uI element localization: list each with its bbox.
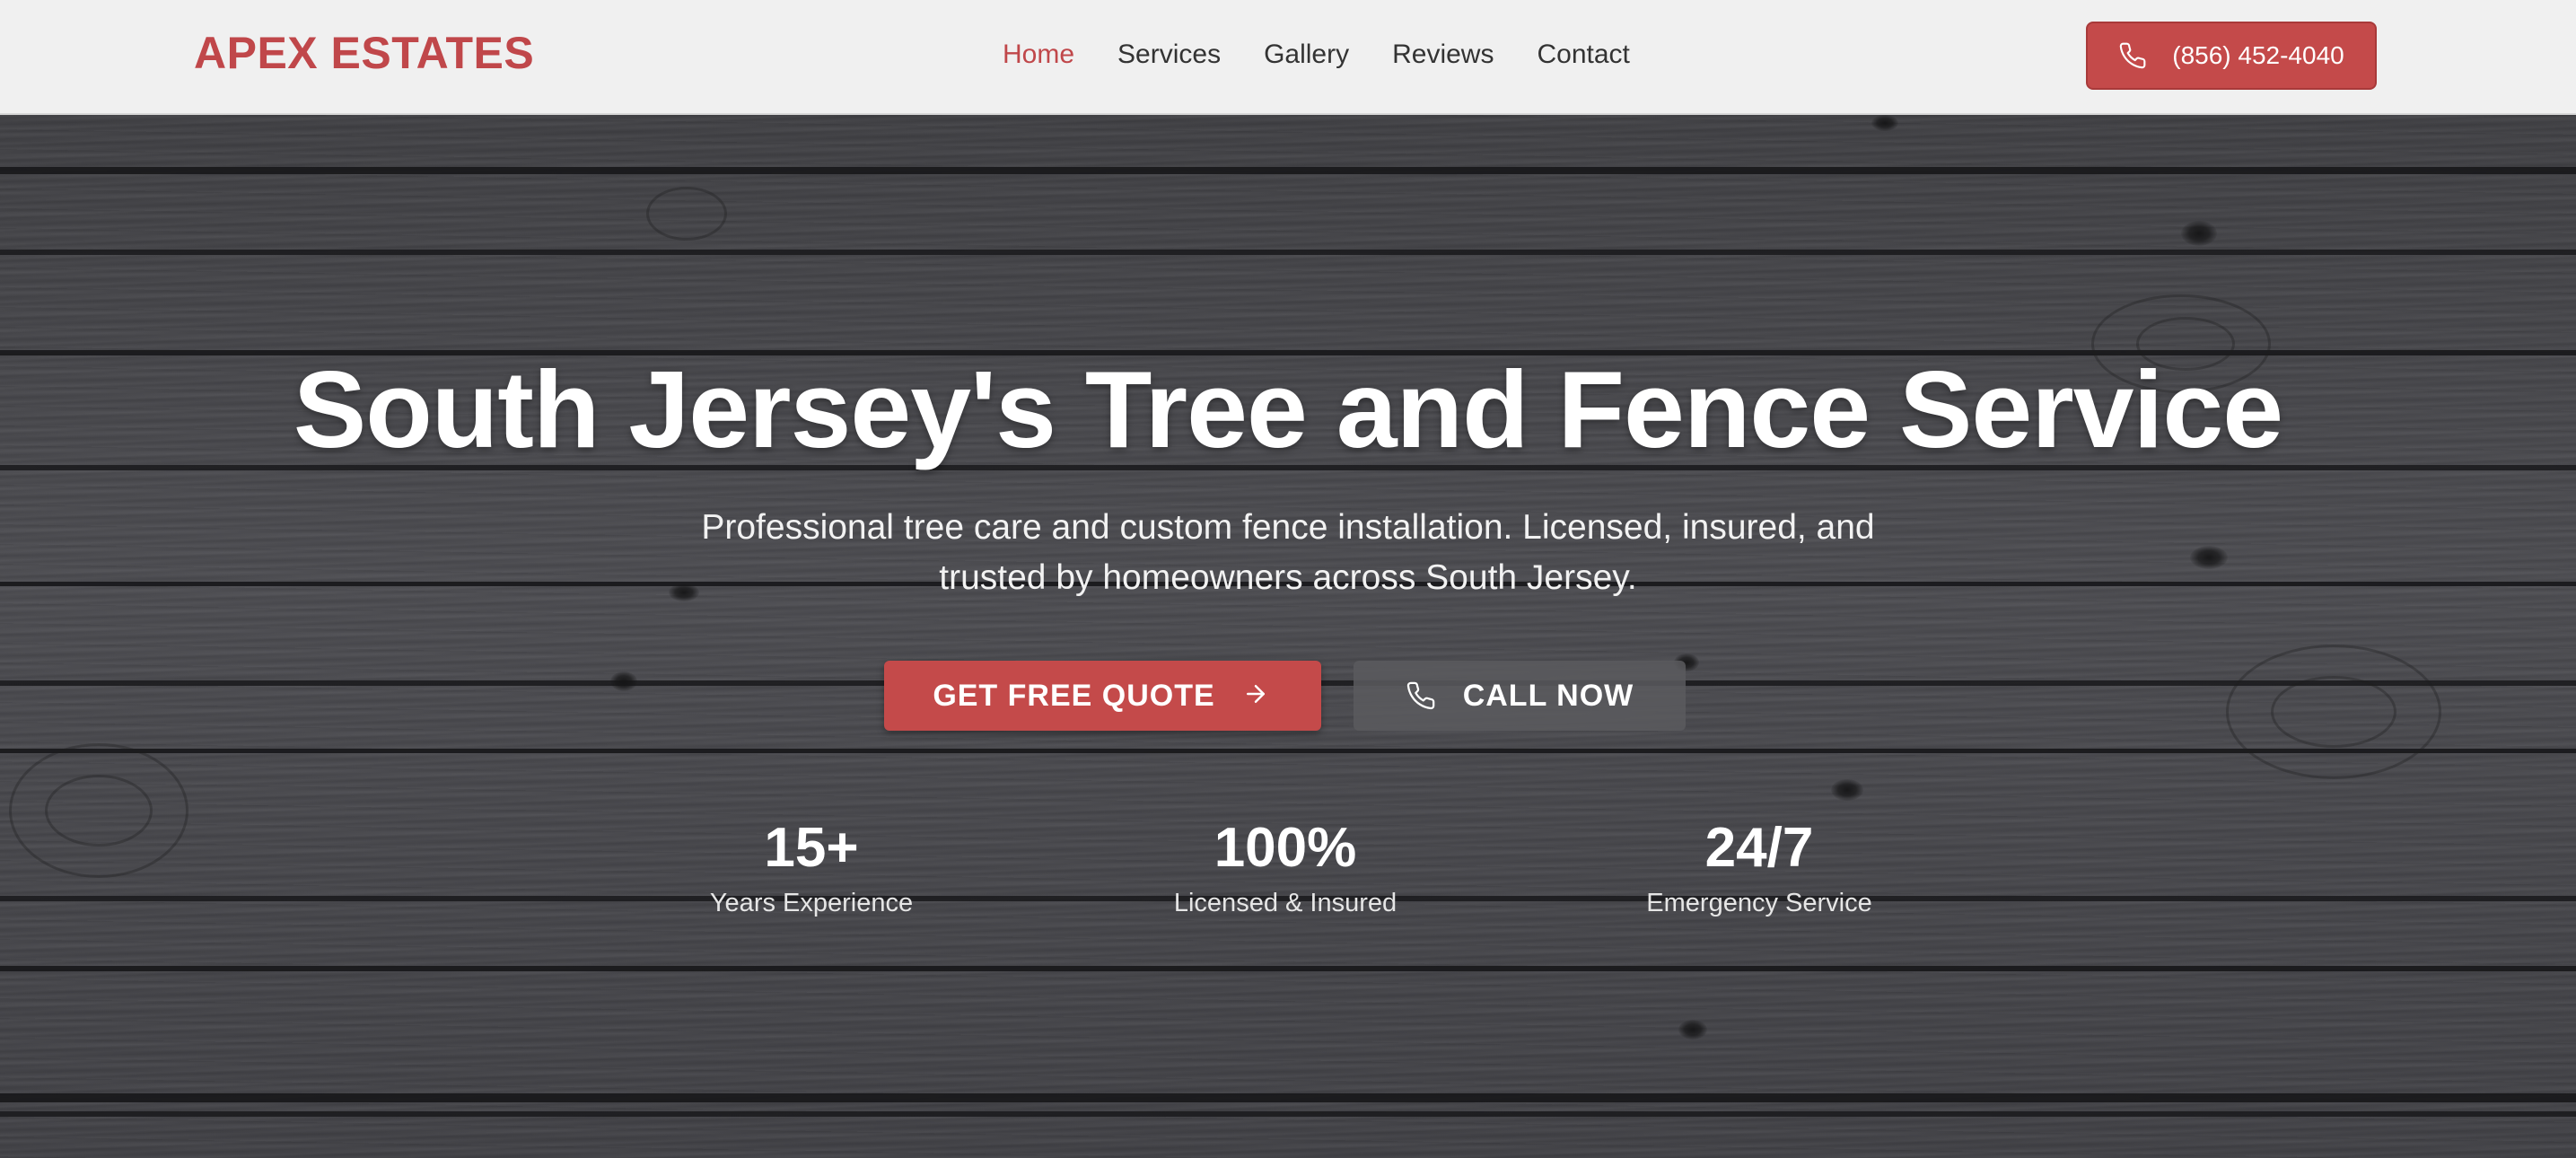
stat-value: 15+	[764, 817, 859, 879]
hero-title: South Jersey's Tree and Fence Service	[293, 348, 2283, 470]
stat-licensed: 100% Licensed & Insured	[1106, 815, 1465, 918]
stat-years: 15+ Years Experience	[632, 815, 991, 918]
nav-links: Home Services Gallery Reviews Contact	[1003, 39, 1630, 70]
hero-section: South Jersey's Tree and Fence Service Pr…	[0, 115, 2576, 1158]
phone-icon	[2118, 41, 2147, 70]
nav-phone-button[interactable]: (856) 452-4040	[2086, 22, 2377, 90]
hero-overlay	[0, 115, 2576, 1158]
nav-link-home[interactable]: Home	[1003, 39, 1074, 70]
get-free-quote-button[interactable]: GET FREE QUOTE	[884, 661, 1321, 731]
get-free-quote-label: GET FREE QUOTE	[933, 678, 1215, 713]
top-navbar: APEX ESTATES Home Services Gallery Revie…	[0, 0, 2576, 115]
call-now-button[interactable]: CALL NOW	[1354, 661, 1686, 731]
stat-value: 24/7	[1704, 817, 1814, 879]
nav-link-services[interactable]: Services	[1117, 39, 1221, 70]
nav-link-gallery[interactable]: Gallery	[1264, 39, 1349, 70]
nav-phone-number: (856) 452-4040	[2172, 41, 2344, 69]
hero-subtitle: Professional tree care and custom fence …	[701, 508, 1875, 597]
stat-label: Emergency Service	[1646, 889, 1872, 917]
call-now-label: CALL NOW	[1462, 678, 1634, 713]
stat-value: 100%	[1214, 817, 1357, 879]
nav-link-reviews[interactable]: Reviews	[1392, 39, 1494, 70]
brand-logo[interactable]: APEX ESTATES	[194, 27, 534, 79]
stat-label: Years Experience	[709, 889, 914, 917]
phone-icon	[1406, 680, 1436, 711]
stat-label: Licensed & Insured	[1173, 889, 1398, 917]
stat-emergency: 24/7 Emergency Service	[1580, 815, 1939, 918]
nav-link-contact[interactable]: Contact	[1537, 39, 1629, 70]
arrow-right-icon	[1242, 680, 1273, 711]
